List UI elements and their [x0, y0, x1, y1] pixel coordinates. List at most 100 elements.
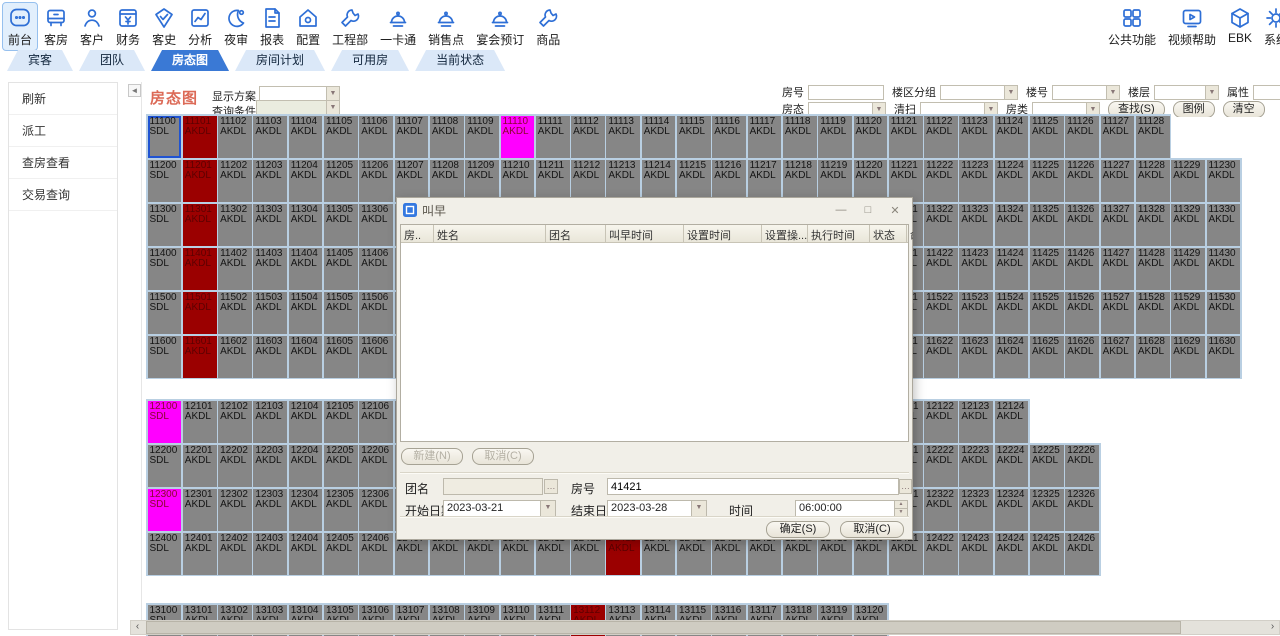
room-cell-11227[interactable]: 11227AKDL — [1101, 160, 1135, 202]
room-cell-11203[interactable]: 11203AKDL — [253, 160, 287, 202]
room-cell-11429[interactable]: 11429AKDL — [1171, 248, 1205, 290]
room-cell-12405[interactable]: 12405AKDL — [324, 533, 358, 575]
room-cell-11219[interactable]: 11219AKDL — [818, 160, 852, 202]
room-cell-11105[interactable]: 11105AKDL — [324, 116, 358, 158]
room-cell-11201[interactable]: 11201AKDL — [183, 160, 217, 202]
room-cell-11228[interactable]: 11228AKDL — [1136, 160, 1170, 202]
room-cell-11126[interactable]: 11126AKDL — [1065, 116, 1099, 158]
room-cell-11505[interactable]: 11505AKDL — [324, 292, 358, 334]
room-cell-11109[interactable]: 11109AKDL — [465, 116, 499, 158]
room-cell-11304[interactable]: 11304AKDL — [289, 204, 323, 246]
room-cell-11100[interactable]: 11100SDL — [148, 116, 182, 158]
wakeup-column-3[interactable]: 叫早时间 — [606, 225, 684, 242]
room-cell-11114[interactable]: 11114AKDL — [642, 116, 676, 158]
room-cell-11602[interactable]: 11602AKDL — [218, 336, 252, 378]
room-cell-12401[interactable]: 12401AKDL — [183, 533, 217, 575]
room-cell-12103[interactable]: 12103AKDL — [253, 401, 287, 443]
cancel-button[interactable]: 取消(C) — [840, 521, 904, 538]
room-cell-11627[interactable]: 11627AKDL — [1101, 336, 1135, 378]
room-cell-11106[interactable]: 11106AKDL — [359, 116, 393, 158]
room-cell-12322[interactable]: 12322AKDL — [924, 489, 958, 531]
room-cell-11306[interactable]: 11306AKDL — [359, 204, 393, 246]
room-cell-12303[interactable]: 12303AKDL — [253, 489, 287, 531]
room-cell-11628[interactable]: 11628AKDL — [1136, 336, 1170, 378]
room-cell-11406[interactable]: 11406AKDL — [359, 248, 393, 290]
room-cell-11125[interactable]: 11125AKDL — [1030, 116, 1064, 158]
room-cell-12325[interactable]: 12325AKDL — [1030, 489, 1064, 531]
room-cell-12324[interactable]: 12324AKDL — [995, 489, 1029, 531]
room-cell-11207[interactable]: 11207AKDL — [395, 160, 429, 202]
room-cell-11300[interactable]: 11300SDL — [148, 204, 182, 246]
room-cell-12403[interactable]: 12403AKDL — [253, 533, 287, 575]
room-cell-11328[interactable]: 11328AKDL — [1136, 204, 1170, 246]
maximize-button[interactable]: □ — [857, 204, 879, 216]
ok-button[interactable]: 确定(S) — [766, 521, 830, 538]
room-cell-11623[interactable]: 11623AKDL — [959, 336, 993, 378]
room-cell-12426[interactable]: 12426AKDL — [1065, 533, 1099, 575]
new-button[interactable]: 新建(N) — [401, 448, 463, 465]
room-cell-11303[interactable]: 11303AKDL — [253, 204, 287, 246]
room-cell-11210[interactable]: 11210AKDL — [501, 160, 535, 202]
room-cell-11200[interactable]: 11200SDL — [148, 160, 182, 202]
room-cell-12200[interactable]: 12200SDL — [148, 445, 182, 487]
room-cell-11204[interactable]: 11204AKDL — [289, 160, 323, 202]
room-cell-11624[interactable]: 11624AKDL — [995, 336, 1029, 378]
room-cell-11601[interactable]: 11601AKDL — [183, 336, 217, 378]
room-cell-12203[interactable]: 12203AKDL — [253, 445, 287, 487]
room-cell-11217[interactable]: 11217AKDL — [748, 160, 782, 202]
wakeup-column-8[interactable]: 命令类型 — [907, 225, 913, 242]
room-cell-11101[interactable]: 11101AKDL — [183, 116, 217, 158]
wakeup-column-1[interactable]: 姓名 — [434, 225, 546, 242]
room-cell-11629[interactable]: 11629AKDL — [1171, 336, 1205, 378]
room-cell-11117[interactable]: 11117AKDL — [748, 116, 782, 158]
wakeup-column-2[interactable]: 团名 — [546, 225, 606, 242]
room-cell-12222[interactable]: 12222AKDL — [924, 445, 958, 487]
room-cell-11403[interactable]: 11403AKDL — [253, 248, 287, 290]
horizontal-scrollbar[interactable]: ‹ › — [130, 620, 1280, 635]
room-cell-11120[interactable]: 11120AKDL — [854, 116, 888, 158]
room-cell-12300[interactable]: 12300SDL — [148, 489, 182, 531]
wakeup-column-6[interactable]: 执行时间 — [808, 225, 870, 242]
room-cell-11405[interactable]: 11405AKDL — [324, 248, 358, 290]
room-cell-12223[interactable]: 12223AKDL — [959, 445, 993, 487]
room-cell-11605[interactable]: 11605AKDL — [324, 336, 358, 378]
room-cell-11625[interactable]: 11625AKDL — [1030, 336, 1064, 378]
room-cell-11323[interactable]: 11323AKDL — [959, 204, 993, 246]
room-cell-11121[interactable]: 11121AKDL — [889, 116, 923, 158]
room-cell-12123[interactable]: 12123AKDL — [959, 401, 993, 443]
wakeup-column-5[interactable]: 设置操... — [762, 225, 808, 242]
room-cell-12326[interactable]: 12326AKDL — [1065, 489, 1099, 531]
start-date-select[interactable]: 2023-03-21 ▼ — [443, 500, 556, 517]
room-cell-11324[interactable]: 11324AKDL — [995, 204, 1029, 246]
room-cell-11502[interactable]: 11502AKDL — [218, 292, 252, 334]
room-cell-12226[interactable]: 12226AKDL — [1065, 445, 1099, 487]
room-cell-12122[interactable]: 12122AKDL — [924, 401, 958, 443]
room-cell-12106[interactable]: 12106AKDL — [359, 401, 393, 443]
room-cell-11301[interactable]: 11301AKDL — [183, 204, 217, 246]
wakeup-column-7[interactable]: 状态 — [870, 225, 907, 242]
room-cell-11500[interactable]: 11500SDL — [148, 292, 182, 334]
room-browse-button[interactable]: … — [899, 479, 912, 494]
room-cell-12406[interactable]: 12406AKDL — [359, 533, 393, 575]
room-cell-12104[interactable]: 12104AKDL — [289, 401, 323, 443]
end-date-select[interactable]: 2023-03-28 ▼ — [607, 500, 707, 517]
room-cell-11606[interactable]: 11606AKDL — [359, 336, 393, 378]
room-cell-11529[interactable]: 11529AKDL — [1171, 292, 1205, 334]
room-cell-11216[interactable]: 11216AKDL — [712, 160, 746, 202]
scrollbar-thumb[interactable] — [146, 621, 1181, 634]
wakeup-dialog-titlebar[interactable]: 叫早 — □ ✕ — [397, 198, 912, 222]
room-cell-11220[interactable]: 11220AKDL — [854, 160, 888, 202]
room-cell-12301[interactable]: 12301AKDL — [183, 489, 217, 531]
room-cell-12305[interactable]: 12305AKDL — [324, 489, 358, 531]
room-cell-11302[interactable]: 11302AKDL — [218, 204, 252, 246]
room-cell-11213[interactable]: 11213AKDL — [606, 160, 640, 202]
room-cell-11329[interactable]: 11329AKDL — [1171, 204, 1205, 246]
room-cell-11626[interactable]: 11626AKDL — [1065, 336, 1099, 378]
room-cell-11229[interactable]: 11229AKDL — [1171, 160, 1205, 202]
room-cell-11206[interactable]: 11206AKDL — [359, 160, 393, 202]
wakeup-column-4[interactable]: 设置时间 — [684, 225, 762, 242]
time-up-button[interactable]: ▲ — [895, 501, 907, 509]
room-cell-11103[interactable]: 11103AKDL — [253, 116, 287, 158]
room-cell-11205[interactable]: 11205AKDL — [324, 160, 358, 202]
room-cell-11430[interactable]: 11430AKDL — [1207, 248, 1241, 290]
